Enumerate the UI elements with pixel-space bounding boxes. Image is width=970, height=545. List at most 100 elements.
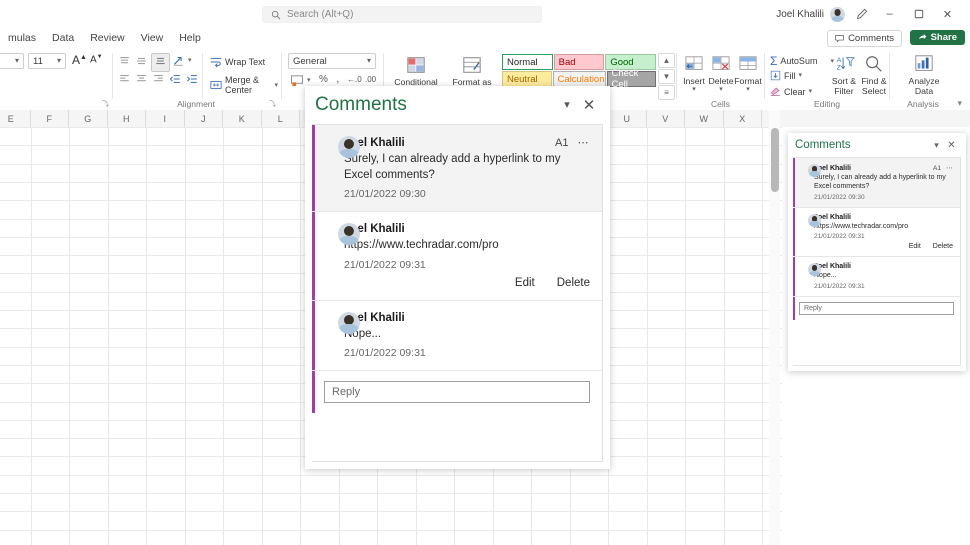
- format-cells-button[interactable]: Format ▾: [734, 53, 762, 93]
- more-options-icon[interactable]: ⋯: [578, 136, 591, 149]
- comment-thread[interactable]: Joel Khalili Nope... 21/01/2022 09:31: [312, 300, 602, 372]
- gallery-expand-button[interactable]: ≡: [658, 85, 675, 100]
- orientation-icon[interactable]: [172, 55, 185, 70]
- align-middle-icon[interactable]: [135, 55, 148, 70]
- close-button[interactable]: ✕: [933, 4, 962, 24]
- column-header-U[interactable]: U: [608, 110, 647, 127]
- number-format-select[interactable]: General ▾: [288, 53, 376, 69]
- wrap-text-button[interactable]: Wrap Text: [210, 56, 265, 68]
- tab-view[interactable]: View: [133, 29, 172, 47]
- font-dialog-launcher[interactable]: ⤵: [102, 99, 109, 109]
- reply-input[interactable]: Reply: [324, 381, 590, 404]
- align-bottom-icon[interactable]: [151, 53, 170, 72]
- cell-style-check-cell[interactable]: Check Cell: [606, 68, 656, 90]
- increase-indent-icon[interactable]: [186, 73, 199, 88]
- comments-pane-menu-icon[interactable]: ▾: [929, 138, 944, 153]
- share-button[interactable]: Share: [909, 30, 965, 45]
- font-size-select[interactable]: 11 ▾: [28, 53, 66, 69]
- fill-button[interactable]: Fill ▾: [770, 70, 802, 81]
- vertical-scrollbar-thumb[interactable]: [771, 128, 779, 192]
- autosum-button[interactable]: Σ AutoSum ▾: [770, 54, 834, 68]
- conditional-formatting-button[interactable]: Conditional: [388, 54, 444, 87]
- accounting-format-icon[interactable]: [290, 74, 304, 90]
- ribbon-group-editing: Σ AutoSum ▾ Fill ▾ Clear ▾ AZ Sort & Fil…: [767, 48, 887, 110]
- column-header-H[interactable]: H: [108, 110, 146, 127]
- analyze-data-button[interactable]: Analyze Data: [905, 53, 943, 96]
- comment-thread[interactable]: Joel Khalili Nope... 21/01/2022 09:31: [793, 257, 960, 297]
- comment-thread[interactable]: Joel Khalili https://www.techradar.com/p…: [793, 207, 960, 258]
- tab-help[interactable]: Help: [171, 29, 209, 47]
- delete-comment-link[interactable]: Delete: [933, 243, 953, 250]
- tab-formulas[interactable]: mulas: [0, 29, 44, 47]
- account-area[interactable]: Joel Khalili: [776, 7, 845, 22]
- cell-style-bad[interactable]: Bad: [553, 54, 605, 70]
- comments-panel[interactable]: Comments ▾ ✕ Joel Khalili A1 ⋯ Surely, I…: [305, 86, 610, 469]
- align-center-icon[interactable]: [135, 73, 148, 88]
- align-left-icon[interactable]: [118, 73, 131, 88]
- cell-style-normal[interactable]: Normal: [502, 54, 553, 70]
- cell-style-neutral[interactable]: Neutral: [502, 71, 552, 87]
- increase-decimal-button[interactable]: .00: [365, 75, 376, 84]
- minimize-button[interactable]: –: [875, 4, 904, 24]
- chevron-down-icon: ▾: [692, 86, 696, 93]
- column-header-X[interactable]: X: [724, 110, 762, 127]
- align-right-icon[interactable]: [152, 73, 165, 88]
- comments-panel-menu-icon[interactable]: ▾: [556, 94, 578, 116]
- percent-style-button[interactable]: %: [319, 74, 328, 85]
- comments-pane-close-icon[interactable]: ✕: [944, 138, 959, 153]
- cell-style-calculation[interactable]: Calculation: [552, 71, 606, 87]
- column-header-G[interactable]: G: [69, 110, 108, 127]
- chevron-down-icon[interactable]: ▾: [809, 88, 813, 95]
- ribbon-collapse-icon[interactable]: ▾: [957, 99, 962, 108]
- format-as-table-button[interactable]: Format as: [444, 54, 500, 87]
- decrease-indent-icon[interactable]: [169, 73, 182, 88]
- alignment-dialog-launcher[interactable]: ⤵: [269, 99, 276, 109]
- column-header-J[interactable]: J: [185, 110, 223, 127]
- column-header-K[interactable]: K: [223, 110, 262, 127]
- shrink-font-icon[interactable]: A▼: [90, 54, 103, 65]
- delete-comment-link[interactable]: Delete: [557, 277, 590, 289]
- insert-cells-button[interactable]: Insert ▾: [681, 53, 707, 93]
- chevron-down-icon[interactable]: ▾: [307, 77, 311, 84]
- pen-icon[interactable]: [849, 4, 875, 24]
- grow-font-icon[interactable]: A▲: [72, 53, 87, 67]
- font-name-select[interactable]: ▾: [0, 53, 24, 69]
- edit-comment-link[interactable]: Edit: [909, 243, 921, 250]
- gallery-scroll-up-button[interactable]: ▲: [658, 53, 675, 68]
- chevron-down-icon[interactable]: ▾: [188, 57, 192, 64]
- sort-filter-button[interactable]: AZ Sort & Filter: [829, 53, 859, 96]
- user-avatar[interactable]: [830, 7, 845, 22]
- comma-style-button[interactable]: ,: [334, 73, 339, 85]
- column-header-I[interactable]: I: [146, 110, 185, 127]
- tab-review[interactable]: Review: [82, 29, 132, 47]
- comment-bubble-icon: [835, 34, 844, 43]
- decrease-decimal-button[interactable]: ←.0: [347, 75, 362, 84]
- column-header-F[interactable]: F: [31, 110, 69, 127]
- restore-button[interactable]: [904, 4, 933, 24]
- comments-pane[interactable]: Comments ▾ ✕ Joel Khalili A1 ⋯ Surely, I…: [788, 133, 966, 371]
- comment-thread[interactable]: Joel Khalili A1 ⋯ Surely, I can already …: [793, 158, 960, 208]
- chevron-down-icon[interactable]: ▾: [799, 72, 803, 79]
- edit-comment-link[interactable]: Edit: [515, 277, 535, 289]
- chevron-down-icon[interactable]: ▾: [274, 82, 278, 89]
- more-options-icon[interactable]: ⋯: [946, 164, 953, 172]
- comment-thread[interactable]: Joel Khalili https://www.techradar.com/p…: [312, 212, 602, 301]
- comments-panel-close-icon[interactable]: ✕: [578, 94, 600, 116]
- clear-button[interactable]: Clear ▾: [770, 86, 812, 97]
- column-header-L[interactable]: L: [262, 110, 300, 127]
- comment-author: Joel Khalili: [814, 213, 851, 221]
- column-header-E[interactable]: E: [0, 110, 31, 127]
- reply-input[interactable]: Reply: [799, 301, 954, 315]
- comments-toggle-button[interactable]: Comments: [827, 30, 902, 47]
- align-top-icon[interactable]: [118, 55, 131, 70]
- comment-thread[interactable]: Joel Khalili A1 ⋯ Surely, I can already …: [312, 125, 602, 213]
- column-header-V[interactable]: V: [647, 110, 685, 127]
- grid-column-line: [646, 127, 648, 545]
- column-header-W[interactable]: W: [685, 110, 724, 127]
- delete-cells-button[interactable]: Delete ▾: [708, 53, 734, 93]
- find-select-button[interactable]: Find & Select: [859, 53, 889, 96]
- merge-center-button[interactable]: Merge & Center ▾: [210, 75, 278, 95]
- gallery-scroll-down-button[interactable]: ▼: [658, 69, 675, 84]
- tab-data[interactable]: Data: [44, 29, 82, 47]
- search-input[interactable]: Search (Alt+Q): [262, 6, 542, 23]
